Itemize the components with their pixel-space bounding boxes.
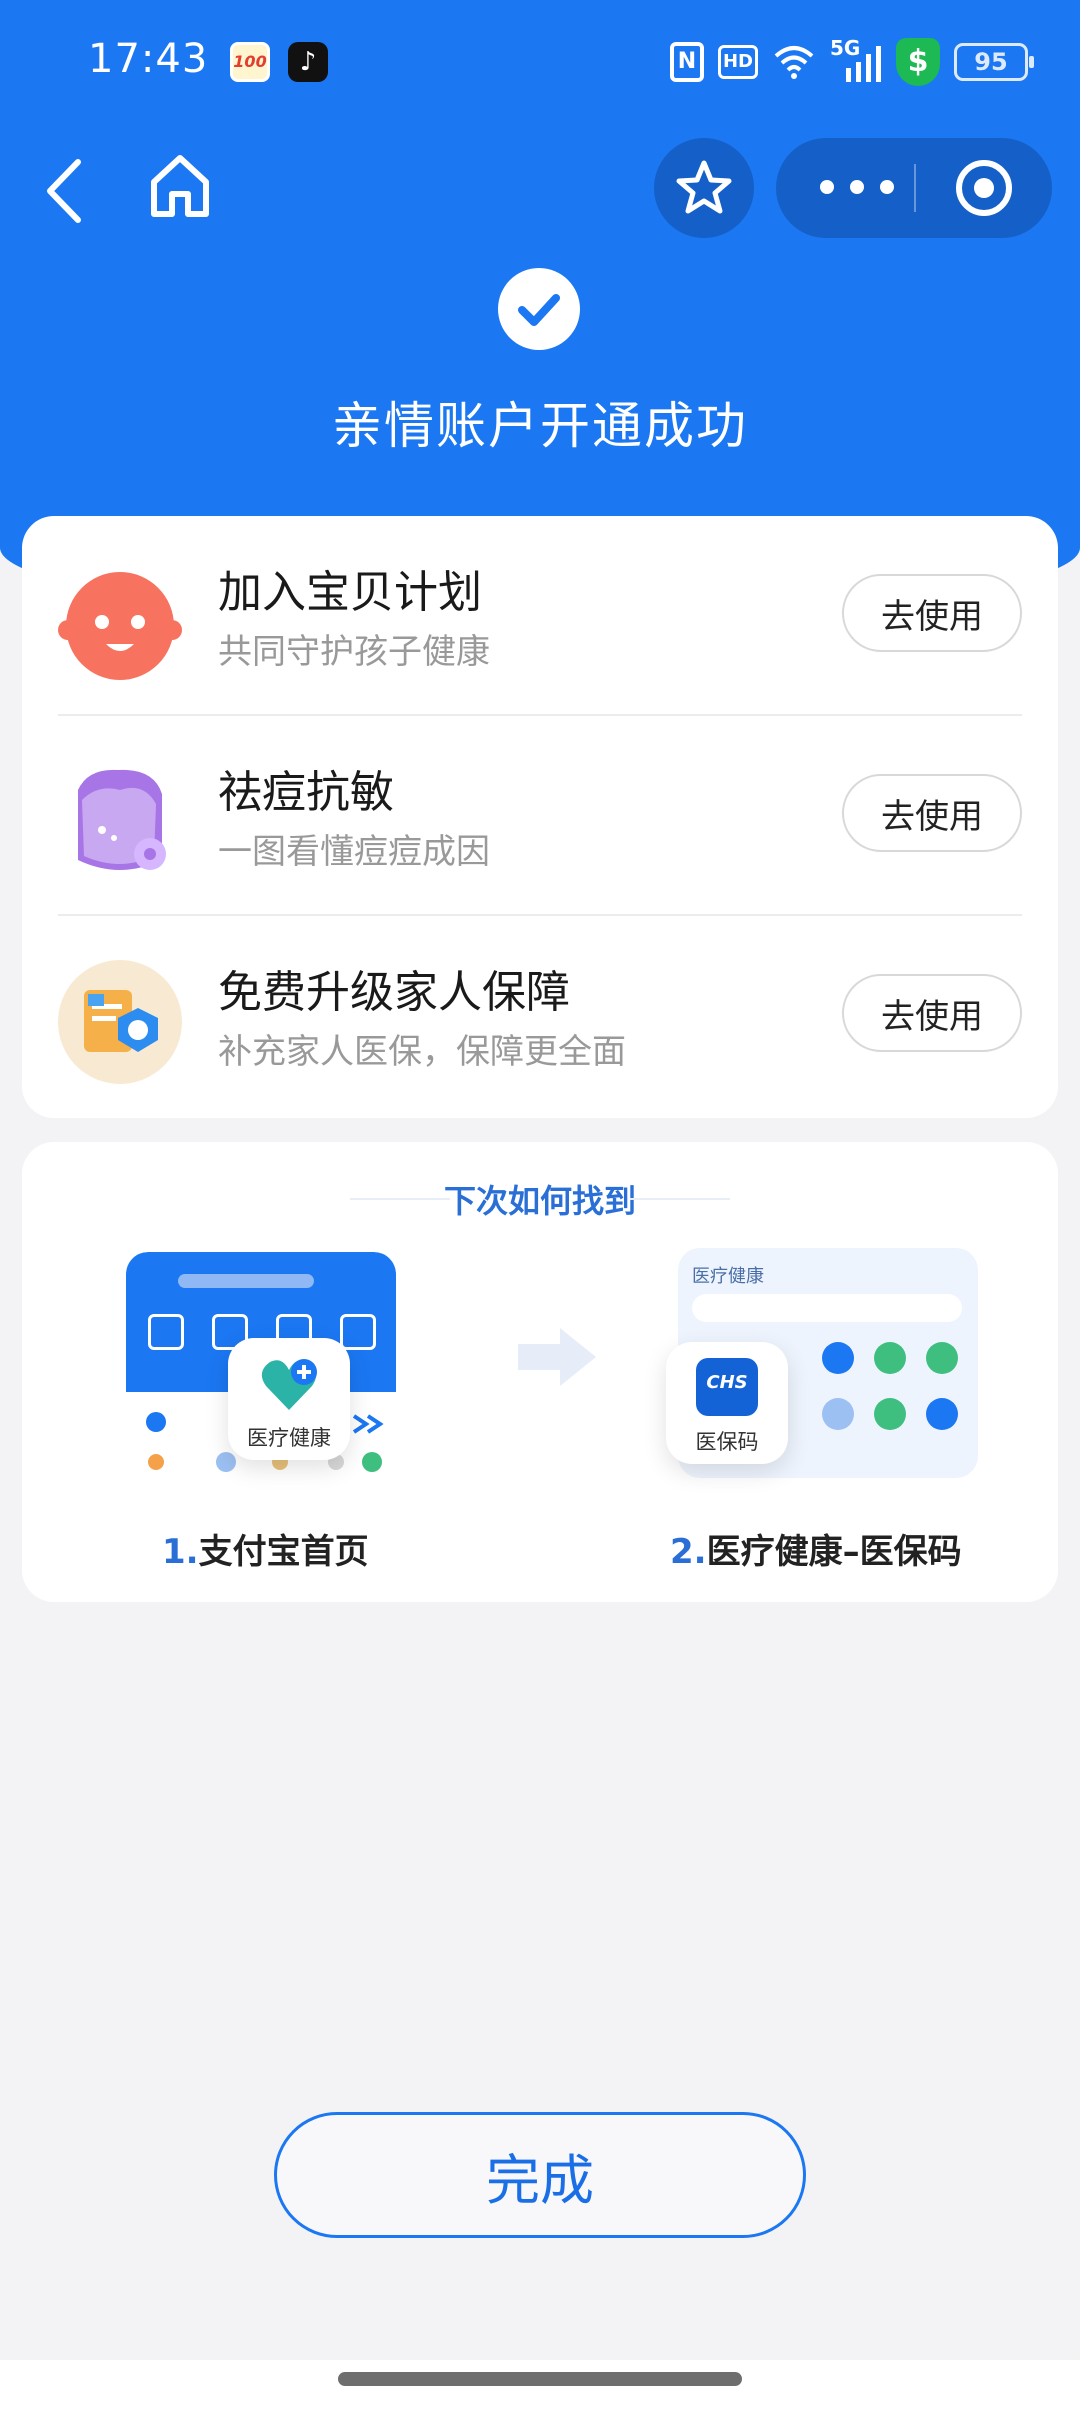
step-one-caption: 1.支付宝首页	[162, 1524, 369, 1573]
signal-icon: 5G	[830, 38, 882, 84]
how-to-find-title: 下次如何找到	[443, 1182, 636, 1220]
scan-icon	[148, 1314, 184, 1350]
done-button[interactable]: 完成	[274, 2112, 806, 2238]
medical-health-app-tile: 医疗健康	[228, 1338, 350, 1460]
success-check-icon	[498, 268, 580, 350]
feature-row-family-insurance: 免费升级家人保障 补充家人医保，保障更全面 去使用	[22, 916, 1058, 1116]
chs-logo-icon: CHS	[696, 1358, 758, 1416]
feature-row-acne: 祛痘抗敏 一图看懂痘痘成因 去使用	[22, 716, 1058, 916]
capsule-divider	[914, 164, 916, 212]
feature-title: 免费升级家人保障	[218, 967, 570, 1018]
app-dot-icon	[822, 1342, 854, 1374]
back-icon[interactable]	[40, 156, 90, 226]
gesture-bar-area	[0, 2360, 1080, 2412]
home-icon[interactable]	[148, 152, 212, 220]
wallet-icon	[340, 1314, 376, 1350]
app-dot-icon	[874, 1398, 906, 1430]
nfc-icon: N	[670, 42, 704, 82]
feature-title: 祛痘抗敏	[218, 767, 394, 818]
tiktok-icon: ♪	[288, 42, 328, 82]
step-number: 1.	[162, 1532, 199, 1572]
baby-icon	[58, 560, 182, 684]
step-label: 医疗健康–医保码	[706, 1532, 962, 1572]
feature-card: 加入宝贝计划 共同守护孩子健康 去使用 祛痘抗敏 一图看懂痘痘成因 去使用 免费…	[22, 516, 1058, 1118]
app-dot-icon	[874, 1342, 906, 1374]
how-to-find-card: 下次如何找到 医疗健康 医疗健康 CHS 医保码 1.支付宝首页 2.医疗健康–…	[22, 1142, 1058, 1602]
step-number: 2.	[670, 1532, 707, 1572]
favorite-button[interactable]	[654, 138, 754, 238]
mini-app-capsule	[776, 138, 1052, 238]
step-two-caption: 2.医疗健康–医保码	[670, 1524, 962, 1573]
alipay-search-bar	[178, 1274, 314, 1288]
medical-health-label: 医疗健康	[247, 1426, 331, 1450]
step-label: 支付宝首页	[198, 1532, 369, 1572]
heart-plus-icon	[261, 1359, 317, 1410]
home-gesture-handle[interactable]	[338, 2372, 742, 2386]
close-target-icon[interactable]	[956, 160, 1012, 216]
wifi-icon	[774, 46, 814, 79]
title-line-right	[630, 1198, 730, 1200]
face-care-icon	[58, 760, 182, 884]
battery-icon: 95	[954, 43, 1034, 81]
use-button-family-insurance[interactable]: 去使用	[842, 974, 1022, 1052]
app-dot-icon	[822, 1398, 854, 1430]
medical-insurance-code-app-tile: CHS 医保码	[666, 1342, 788, 1464]
feature-subtitle: 一图看懂痘痘成因	[218, 832, 490, 872]
page-title: 亲情账户开通成功	[332, 397, 748, 455]
next-step-arrow-icon	[518, 1328, 596, 1386]
medical-health-search	[692, 1294, 962, 1322]
use-button-acne[interactable]: 去使用	[842, 774, 1022, 852]
app-100-icon: 100	[230, 42, 270, 82]
app-dot-icon	[926, 1398, 958, 1430]
medical-health-screen-title: 医疗健康	[692, 1266, 764, 1287]
insurance-icon	[58, 960, 182, 1084]
use-button-baby-plan[interactable]: 去使用	[842, 574, 1022, 652]
status-time: 17:43	[88, 36, 209, 82]
hd-icon: HD	[718, 45, 758, 79]
feature-subtitle: 补充家人医保，保障更全面	[218, 1032, 626, 1072]
security-shield-icon: $	[896, 38, 940, 86]
feature-row-baby-plan: 加入宝贝计划 共同守护孩子健康 去使用	[22, 516, 1058, 716]
app-dot-icon	[926, 1342, 958, 1374]
status-bar: 17:43 100 ♪ N HD 5G $ 95	[0, 30, 1080, 94]
feature-title: 加入宝贝计划	[218, 567, 482, 618]
medical-insurance-code-label: 医保码	[695, 1430, 759, 1454]
feature-subtitle: 共同守护孩子健康	[218, 632, 490, 672]
star-icon	[676, 160, 732, 214]
more-icon[interactable]	[820, 172, 894, 202]
